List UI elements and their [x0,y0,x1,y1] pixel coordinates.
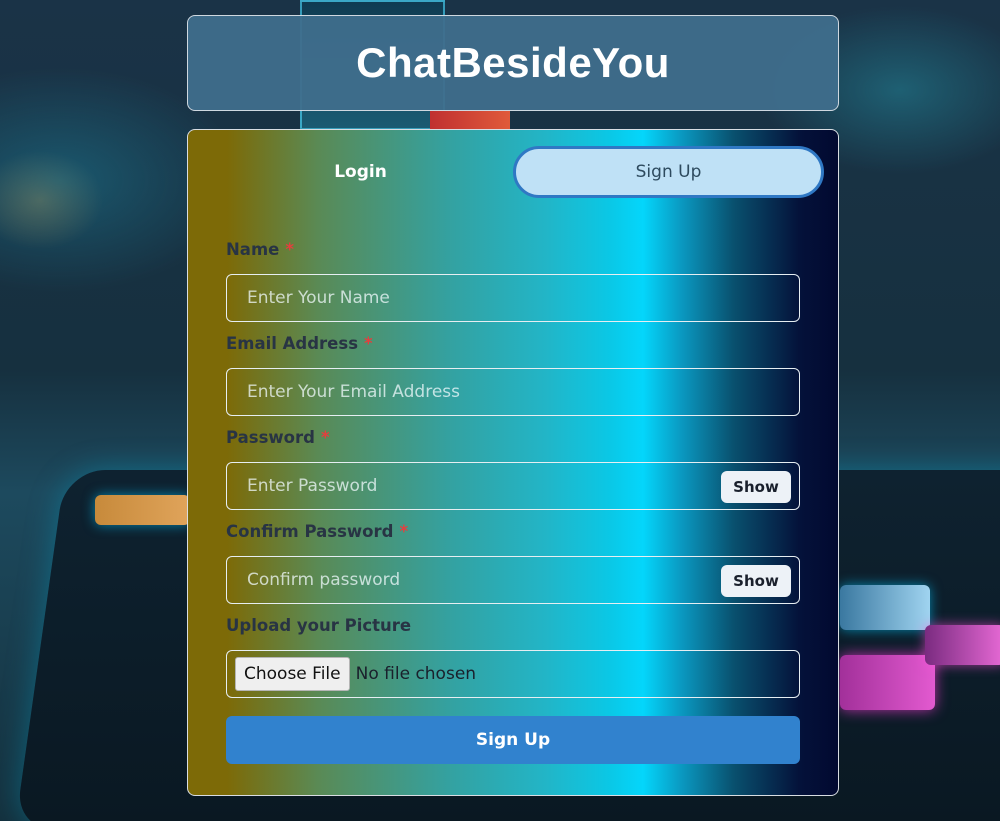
email-input[interactable] [227,369,799,415]
tab-sign-up[interactable]: Sign Up [513,146,824,198]
confirm-password-show-button[interactable]: Show [721,565,791,597]
choose-file-button[interactable]: Choose File [235,657,350,691]
app-title-banner: ChatBesideYou [187,15,839,111]
password-show-button[interactable]: Show [721,471,791,503]
required-mark: * [320,428,330,447]
password-input[interactable] [227,463,799,509]
confirm-password-input[interactable] [227,557,799,603]
background-decoration [95,495,190,525]
sign-up-form: Name* Email Address* Password* Show Conf… [226,238,800,764]
background-decoration [840,585,930,630]
password-label: Password * [226,428,330,447]
required-mark: * [285,240,294,259]
file-status: No file chosen [355,664,477,684]
email-label: Email Address * [226,334,373,353]
confirm-password-field-wrapper: Show [226,556,800,604]
sign-up-submit-button[interactable]: Sign Up [226,716,800,764]
required-mark: * [399,522,409,541]
name-input[interactable] [227,275,799,321]
picture-label: Upload your Picture [226,616,412,635]
background-decoration [925,625,1000,665]
picture-upload-field: Choose File No file chosen [226,650,800,698]
app-title: ChatBesideYou [356,39,670,86]
name-field-wrapper [226,274,800,322]
auth-tabs: Login Sign Up [208,146,824,202]
name-label: Name * [226,240,294,259]
password-field-wrapper: Show [226,462,800,510]
confirm-password-label: Confirm Password * [226,522,409,541]
required-mark: * [364,334,373,353]
auth-card: Login Sign Up Name* Email Address* Passw… [187,129,839,796]
email-field-wrapper [226,368,800,416]
tab-login[interactable]: Login [208,146,513,198]
background-decoration [840,655,935,710]
